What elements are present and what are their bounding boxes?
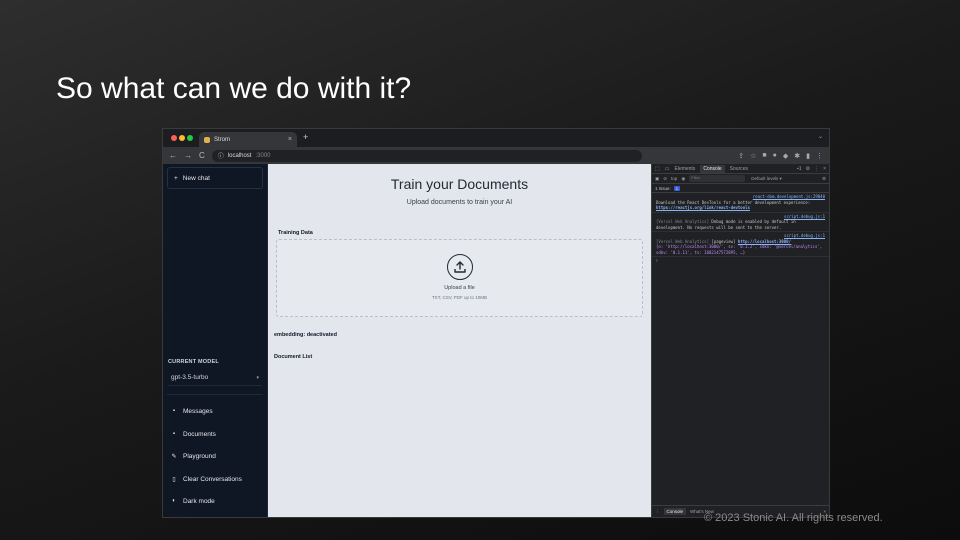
upload-icon[interactable] [447, 254, 473, 280]
console-filter-bar: ▣ ⊘ top ◉ Filter Default levels ▾ ⚙ [652, 174, 829, 184]
clear-console-icon[interactable]: ⊘ [663, 176, 667, 182]
log-link[interactable]: http://localhost:3000/ [738, 239, 791, 244]
url-host: localhost [227, 152, 252, 159]
sidebar-item-playground[interactable]: ✎ Playground [167, 449, 263, 463]
new-tab-button[interactable]: + [303, 132, 308, 142]
messages-icon: ▪ [172, 408, 176, 414]
main-panel: Train your Documents Upload documents to… [268, 164, 651, 517]
drawer-menu-icon[interactable]: ⋮ [655, 509, 660, 515]
menu-dots-icon[interactable]: ⋮ [814, 166, 819, 172]
drawer-tab-console[interactable]: Console [663, 508, 687, 515]
issues-label: 1 Issue: [655, 185, 671, 191]
gear-icon[interactable]: ⚙ [806, 166, 810, 172]
device-toggle-icon[interactable]: ▭ [665, 166, 670, 172]
page-subtitle: Upload documents to train your AI [406, 199, 513, 206]
log-message: [pageview] [711, 238, 738, 244]
context-select[interactable]: top [671, 176, 677, 181]
tab-bar: Strom × + ⌄ [163, 129, 829, 147]
address-bar[interactable]: ⓘ localhost:3000 [211, 149, 642, 162]
tab-elements[interactable]: Elements [674, 166, 695, 172]
issues-badge-icon[interactable]: ▪1 [797, 166, 802, 172]
chevron-down-icon: ▾ [256, 374, 259, 381]
close-window-button[interactable] [171, 135, 177, 141]
console-log-entry: react-dom.development.js:29840 Download … [652, 193, 829, 213]
app-sidebar: + New chat CURRENT MODEL gpt-3.5-turbo ▾… [163, 164, 268, 517]
site-info-icon[interactable]: ⓘ [218, 151, 224, 160]
console-log-entry: script.debug.js:1 [Vercel Web Analytics]… [652, 213, 829, 232]
tab-sources[interactable]: Sources [730, 166, 748, 172]
sidebar-item-messages[interactable]: ▪ Messages [167, 404, 263, 418]
favicon-icon [204, 136, 210, 143]
extension-icon[interactable]: ◆ [783, 152, 788, 160]
puzzle-icon[interactable]: ✱ [794, 152, 800, 160]
browser-toolbar: ← → C ⓘ localhost:3000 ⇪ ☆ ■ ● ◆ ✱ ▮ ⋮ [163, 147, 829, 164]
embedding-status: embedding: deactivated [274, 332, 337, 338]
sidebar-item-documents[interactable]: ▪ Documents [167, 427, 263, 441]
sidebar-item-dark-mode[interactable]: ◐ Dark mode [167, 494, 263, 508]
inspect-icon[interactable]: ⬚ [655, 166, 660, 172]
page-title: Train your Documents [390, 176, 529, 192]
upload-label[interactable]: Upload a file [277, 285, 642, 291]
moon-icon: ◐ [172, 498, 176, 504]
model-select[interactable]: gpt-3.5-turbo ▾ [168, 370, 262, 386]
plus-icon: + [174, 174, 178, 182]
sidebar-item-label: Clear Conversations [183, 475, 242, 483]
log-message: Download the React DevTools for a better… [656, 199, 811, 205]
current-model-label: CURRENT MODEL [168, 359, 219, 365]
sidebar-item-label: Playground [183, 452, 216, 460]
wrench-icon: ✎ [171, 453, 177, 460]
log-object[interactable]: {o: 'http://localhost:3000/', sv: '0.1.2… [656, 244, 825, 255]
log-levels-select[interactable]: Default levels ▾ [751, 176, 782, 182]
sidebar-toggle-icon[interactable]: ▮ [806, 152, 810, 160]
eye-icon[interactable]: ◉ [681, 176, 685, 182]
sidebar-divider [167, 394, 263, 395]
share-icon[interactable]: ⇪ [738, 152, 744, 160]
documents-icon: ▪ [172, 431, 176, 437]
sidebar-toggle-icon[interactable]: ▣ [655, 176, 659, 182]
console-log-entry: script.debug.js:1 [Vercel Web Analytics]… [652, 232, 829, 257]
browser-tab[interactable]: Strom × [199, 132, 297, 147]
extension-icon[interactable]: ■ [762, 152, 766, 160]
bookmark-star-icon[interactable]: ☆ [750, 152, 756, 160]
upload-dropzone[interactable]: Upload a file TXT, CSV, PDF up to 10MB [276, 239, 643, 317]
devtools-tabs: ⬚ ▭ Elements Console Sources ▪1 ⚙ ⋮ × [652, 164, 829, 174]
issues-count: 1 [673, 185, 680, 191]
tab-title: Strom [214, 136, 231, 143]
document-list-label: Document List [274, 354, 313, 360]
tab-search-icon[interactable]: ⌄ [818, 133, 823, 140]
log-prefix: [Vercel Web Analytics] [656, 238, 709, 244]
forward-icon[interactable]: → [184, 151, 192, 160]
back-icon[interactable]: ← [169, 151, 177, 160]
sidebar-item-clear-conversations[interactable]: ▯ Clear Conversations [167, 472, 263, 486]
sidebar-item-label: Dark mode [183, 497, 215, 505]
issues-bar[interactable]: 1 Issue: 1 [652, 184, 829, 193]
upload-hint: TXT, CSV, PDF up to 10MB [431, 295, 488, 300]
close-icon[interactable]: × [823, 166, 826, 172]
tab-close-icon[interactable]: × [288, 136, 292, 143]
url-port: :3000 [255, 152, 271, 159]
browser-window: Strom × + ⌄ ← → C ⓘ localhost:3000 ⇪ ☆ ■… [162, 128, 830, 518]
sidebar-item-label: Messages [183, 407, 213, 415]
console-prompt[interactable]: › [652, 257, 829, 265]
copyright-notice: © 2023 Stonic AI. All rights reserved. [704, 512, 883, 524]
console-filter-input[interactable]: Filter [689, 175, 746, 182]
log-prefix: [Vercel Web Analytics] [656, 219, 709, 224]
slide-title: So what can we do with it? [56, 72, 412, 105]
gear-icon[interactable]: ⚙ [822, 176, 826, 182]
menu-dots-icon[interactable]: ⋮ [816, 152, 823, 160]
new-chat-button[interactable]: + New chat [167, 167, 263, 189]
reload-icon[interactable]: C [199, 151, 205, 160]
maximize-window-button[interactable] [187, 135, 193, 141]
log-link[interactable]: https://reactjs.org/link/react-devtools [656, 205, 750, 210]
extension-icon[interactable]: ● [773, 152, 777, 160]
tab-console[interactable]: Console [700, 164, 725, 173]
new-chat-label: New chat [182, 174, 210, 182]
training-data-label: Training Data [278, 230, 313, 236]
devtools-panel: ⬚ ▭ Elements Console Sources ▪1 ⚙ ⋮ × ▣ … [651, 164, 829, 517]
model-value: gpt-3.5-turbo [171, 374, 209, 381]
sidebar-item-label: Documents [183, 430, 216, 438]
minimize-window-button[interactable] [179, 135, 185, 141]
trash-icon: ▯ [172, 476, 176, 483]
